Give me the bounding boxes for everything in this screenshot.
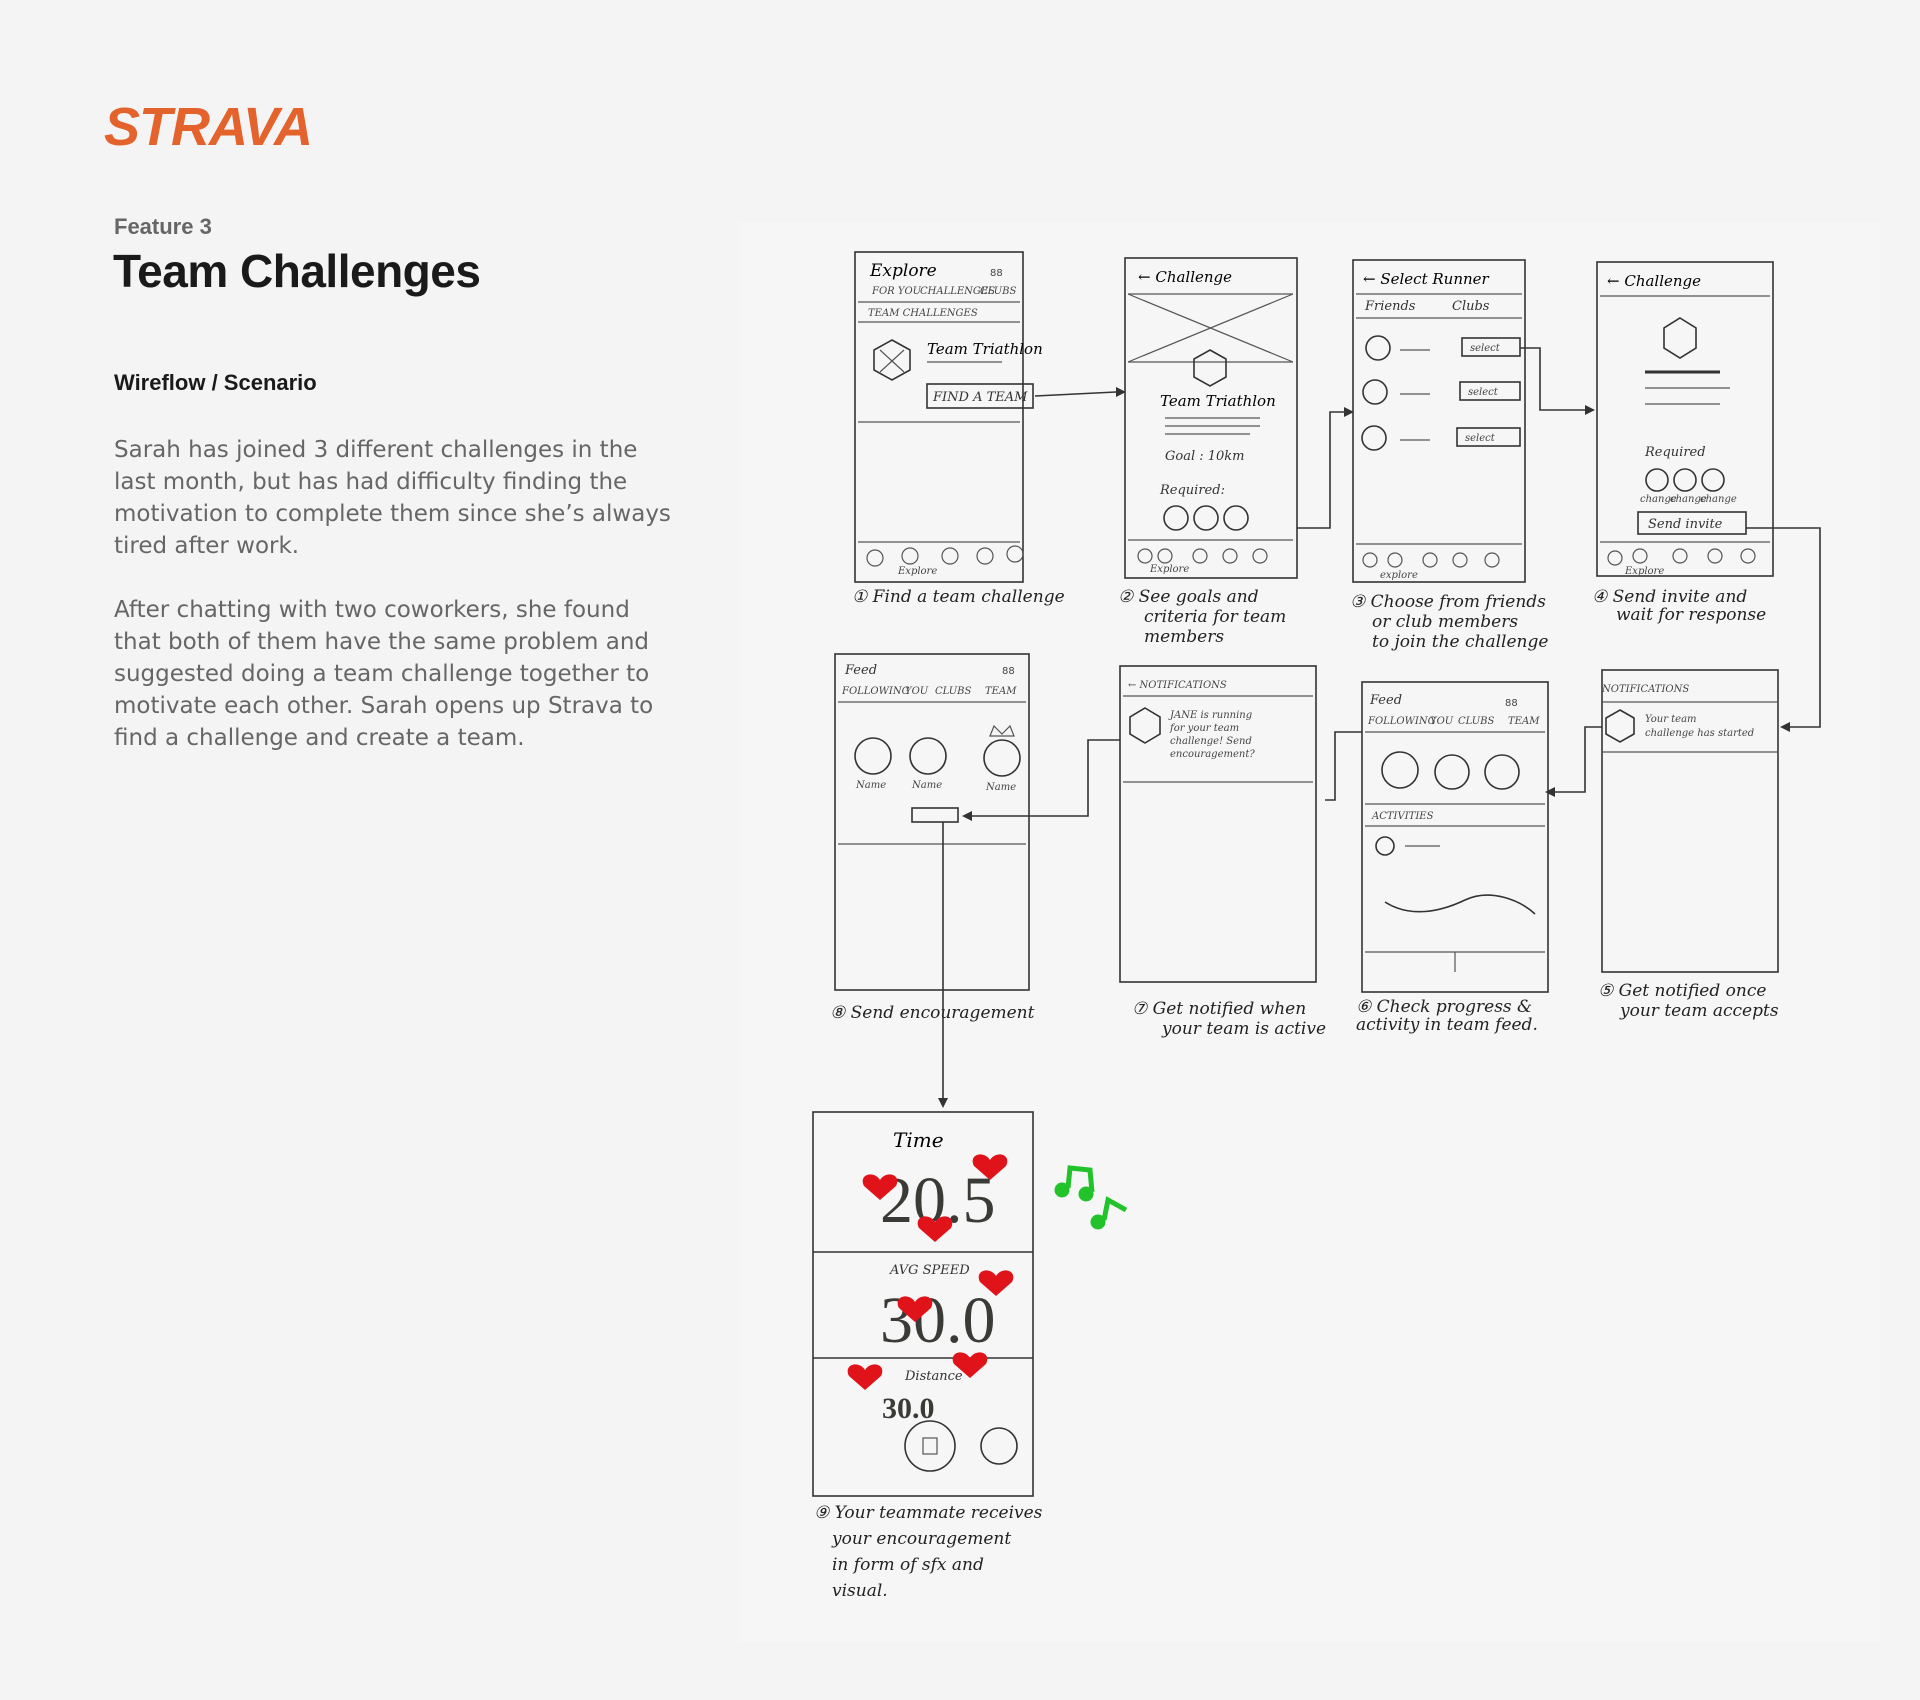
s5-title: NOTIFICATIONS bbox=[1601, 684, 1689, 695]
svg-text:criteria for team: criteria for team bbox=[1144, 607, 1286, 627]
s2-title: ← Challenge bbox=[1138, 268, 1232, 286]
svg-text:encouragement?: encouragement? bbox=[1170, 749, 1255, 760]
binoculars-icon: 88 bbox=[990, 268, 1003, 279]
svg-text:Required:: Required: bbox=[1159, 483, 1225, 498]
svg-text:Name: Name bbox=[911, 780, 942, 791]
svg-text:⑦ Get notified when: ⑦ Get notified when bbox=[1132, 999, 1306, 1019]
music-note-icon bbox=[1090, 1214, 1106, 1230]
svg-text:select: select bbox=[1470, 343, 1501, 354]
svg-text:TEAM: TEAM bbox=[985, 686, 1017, 697]
svg-text:challenge! Send: challenge! Send bbox=[1170, 736, 1252, 747]
svg-text:or club members: or club members bbox=[1372, 612, 1518, 632]
wireflow-sketch: Explore 88 FOR YOU CHALLENGES CLUBS TEAM… bbox=[740, 222, 1880, 1642]
svg-text:Goal : 10km: Goal : 10km bbox=[1165, 449, 1245, 464]
svg-text:select: select bbox=[1465, 433, 1496, 444]
svg-text:for your team: for your team bbox=[1169, 723, 1239, 734]
s1-caption: ① Find a team challenge bbox=[852, 587, 1065, 607]
svg-text:wait for response: wait for response bbox=[1616, 605, 1766, 625]
svg-text:② See goals and: ② See goals and bbox=[1118, 587, 1259, 607]
svg-text:Send invite: Send invite bbox=[1648, 517, 1723, 532]
svg-text:change: change bbox=[1700, 494, 1737, 505]
svg-text:CLUBS: CLUBS bbox=[1458, 716, 1495, 727]
svg-text:AVG SPEED: AVG SPEED bbox=[889, 1263, 970, 1278]
s4-title: ← Challenge bbox=[1607, 272, 1701, 290]
svg-text:Friends: Friends bbox=[1364, 299, 1416, 314]
section-heading: Wireflow / Scenario bbox=[114, 370, 317, 395]
s3-title: ← Select Runner bbox=[1363, 270, 1490, 288]
svg-text:⑨ Your teammate receives: ⑨ Your teammate receives bbox=[814, 1503, 1043, 1523]
s8-title: Feed bbox=[844, 663, 877, 678]
svg-text:③ Choose from friends: ③ Choose from friends bbox=[1350, 592, 1546, 612]
speed-value: 30.0 bbox=[880, 1284, 996, 1357]
svg-text:visual.: visual. bbox=[832, 1581, 888, 1601]
svg-text:your team accepts: your team accepts bbox=[1619, 1001, 1779, 1021]
svg-text:members: members bbox=[1144, 627, 1224, 647]
svg-text:⑤ Get notified once: ⑤ Get notified once bbox=[1598, 981, 1766, 1001]
binoculars-icon: 88 bbox=[1002, 666, 1015, 677]
binoculars-icon: 88 bbox=[1505, 698, 1518, 709]
svg-text:Explore: Explore bbox=[897, 566, 937, 577]
svg-text:activity in team feed.: activity in team feed. bbox=[1356, 1015, 1538, 1035]
s1-tab-3: CLUBS bbox=[980, 286, 1017, 297]
svg-text:in form of sfx and: in form of sfx and bbox=[832, 1555, 984, 1575]
svg-text:challenge has started: challenge has started bbox=[1645, 728, 1754, 739]
svg-text:ACTIVITIES: ACTIVITIES bbox=[1371, 811, 1434, 822]
distance-value: 30.0 bbox=[882, 1392, 935, 1425]
s7-title: ← NOTIFICATIONS bbox=[1128, 680, 1227, 691]
music-note-icon bbox=[1078, 1186, 1094, 1202]
svg-text:Name: Name bbox=[855, 780, 886, 791]
svg-text:Required: Required bbox=[1644, 445, 1706, 460]
svg-text:⑥ Check progress &: ⑥ Check progress & bbox=[1356, 997, 1532, 1017]
s8-caption: ⑧ Send encouragement bbox=[830, 1003, 1035, 1023]
svg-text:Distance: Distance bbox=[904, 1369, 963, 1384]
svg-text:FIND A TEAM: FIND A TEAM bbox=[932, 390, 1028, 405]
scenario-paragraph-1: Sarah has joined 3 different challenges … bbox=[114, 437, 671, 559]
svg-text:Clubs: Clubs bbox=[1452, 299, 1490, 314]
feature-label: Feature 3 bbox=[114, 214, 212, 239]
svg-text:select: select bbox=[1468, 387, 1499, 398]
svg-text:YOU: YOU bbox=[1430, 716, 1454, 727]
s1-section: TEAM CHALLENGES bbox=[868, 308, 978, 319]
svg-text:Explore: Explore bbox=[1149, 564, 1189, 575]
svg-text:to join the challenge: to join the challenge bbox=[1372, 632, 1548, 652]
svg-text:CLUBS: CLUBS bbox=[935, 686, 972, 697]
svg-text:your team is active: your team is active bbox=[1161, 1019, 1326, 1039]
svg-text:YOU: YOU bbox=[905, 686, 929, 697]
s1-title: Explore bbox=[869, 261, 937, 281]
svg-text:Name: Name bbox=[985, 782, 1016, 793]
svg-text:Your team: Your team bbox=[1645, 714, 1697, 725]
svg-text:JANE is running: JANE is running bbox=[1168, 710, 1252, 721]
music-note-icon bbox=[1054, 1182, 1070, 1198]
svg-text:explore: explore bbox=[1380, 570, 1418, 581]
svg-text:FOLLOWING: FOLLOWING bbox=[841, 686, 910, 697]
svg-text:TEAM: TEAM bbox=[1508, 716, 1540, 727]
svg-text:Explore: Explore bbox=[1624, 566, 1664, 577]
svg-text:④ Send invite and: ④ Send invite and bbox=[1592, 587, 1747, 607]
svg-text:your encouragement: your encouragement bbox=[831, 1529, 1011, 1549]
svg-text:Time: Time bbox=[893, 1128, 944, 1152]
s1-card-title: Team Triathlon bbox=[927, 340, 1043, 358]
scenario-paragraph-2: After chatting with two coworkers, she f… bbox=[114, 597, 654, 751]
svg-text:FOLLOWING: FOLLOWING bbox=[1367, 716, 1436, 727]
strava-logo: STRAVA bbox=[104, 97, 313, 157]
svg-text:Team Triathlon: Team Triathlon bbox=[1160, 392, 1276, 410]
page-title: Team Challenges bbox=[113, 245, 481, 297]
s6-title: Feed bbox=[1369, 693, 1402, 708]
s1-tab-1: FOR YOU bbox=[871, 286, 922, 297]
